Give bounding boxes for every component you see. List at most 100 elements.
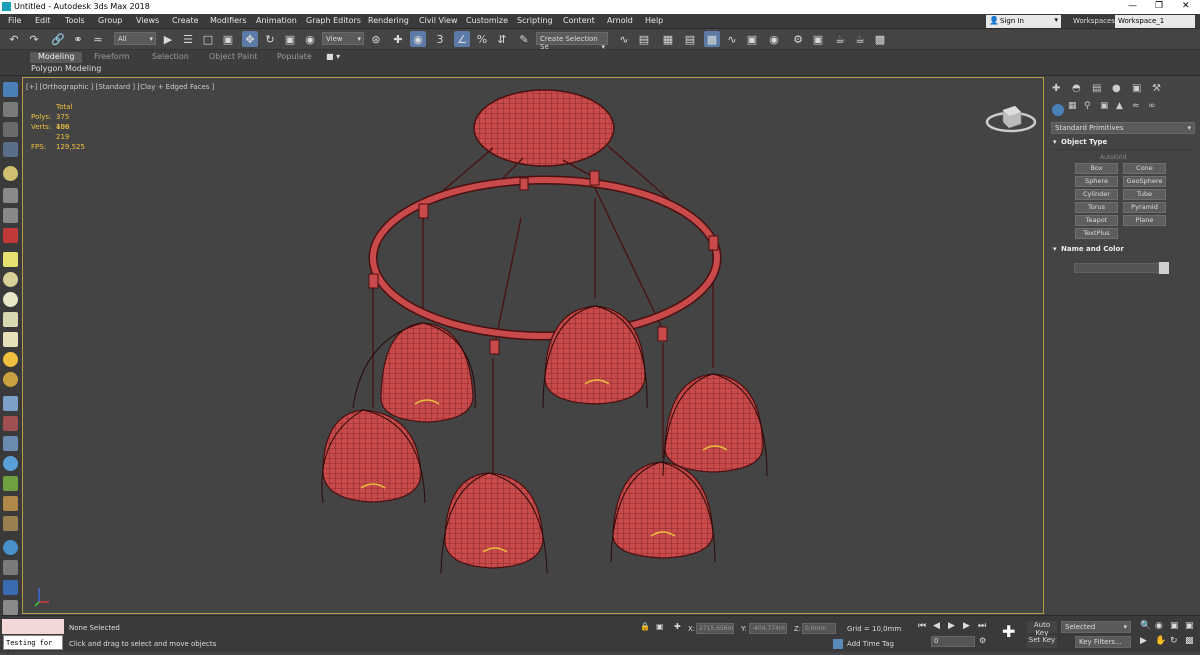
menu-modifiers[interactable]: Modifiers bbox=[210, 16, 247, 25]
utilities-tab-icon[interactable]: ⚒ bbox=[1152, 83, 1161, 94]
angle-snap-icon[interactable]: ∠ bbox=[454, 31, 470, 47]
scene-explorer-icon[interactable]: ▤ bbox=[682, 31, 698, 47]
cone-button[interactable]: Cone bbox=[1123, 163, 1166, 174]
menu-civil-view[interactable]: Civil View bbox=[419, 16, 458, 25]
key-filters-button[interactable]: Key Filters... bbox=[1075, 636, 1131, 648]
render-setup-icon[interactable]: ⚙ bbox=[790, 31, 806, 47]
pivot-center-icon[interactable]: ⊛ bbox=[368, 31, 384, 47]
close-icon[interactable]: ✕ bbox=[1182, 1, 1190, 11]
bottom-tool-icon[interactable] bbox=[3, 600, 18, 615]
select-and-rotate-icon[interactable]: ↻ bbox=[262, 31, 278, 47]
globe-icon[interactable] bbox=[3, 456, 18, 471]
menu-graph-editors[interactable]: Graph Editors bbox=[306, 16, 361, 25]
geosphere-button[interactable]: GeoSphere bbox=[1123, 176, 1166, 187]
add-time-tag-button[interactable]: Add Time Tag bbox=[847, 640, 894, 648]
display-tab-icon[interactable]: ▣ bbox=[1132, 83, 1141, 94]
zoom-extents-all-icon[interactable]: ▣ bbox=[1185, 621, 1194, 631]
sphere-icon[interactable] bbox=[3, 272, 18, 287]
keyboard-shortcut-override-icon[interactable]: ◉ bbox=[410, 31, 426, 47]
selection-filter-select[interactable]: All ▾ bbox=[114, 32, 156, 45]
edit-named-selection-icon[interactable]: ✎ bbox=[516, 31, 532, 47]
plane-button[interactable]: Plane bbox=[1123, 215, 1166, 226]
bone-icon[interactable] bbox=[3, 416, 18, 431]
time-tag-icon[interactable] bbox=[833, 639, 843, 649]
workspace-select[interactable]: Workspace_1 bbox=[1115, 15, 1195, 28]
unlink-icon[interactable]: ⚭ bbox=[70, 31, 86, 47]
motion-tab-icon[interactable]: ● bbox=[1112, 83, 1121, 94]
lock-selection-icon[interactable]: 🔒 bbox=[640, 622, 650, 631]
maxscript-listener[interactable] bbox=[2, 619, 64, 634]
curve-editor-icon[interactable]: ∿ bbox=[724, 31, 740, 47]
menu-rendering[interactable]: Rendering bbox=[368, 16, 409, 25]
z-coordinate-field[interactable]: 0,0mm bbox=[802, 623, 836, 634]
previous-frame-icon[interactable]: ◀ bbox=[933, 621, 940, 631]
spacewarps-category-icon[interactable]: ≈ bbox=[1132, 101, 1140, 111]
go-to-start-icon[interactable]: ⏮ bbox=[918, 621, 926, 631]
rendered-frame-window-icon[interactable]: ▣ bbox=[810, 31, 826, 47]
modify-tab-icon[interactable]: ◓ bbox=[1072, 83, 1081, 94]
named-selection-set-select[interactable]: Create Selection Se ▾ bbox=[536, 32, 608, 51]
viewport-perspective[interactable]: [+] [Orthographic ] [Standard ] [Clay + … bbox=[22, 77, 1044, 614]
cylinder-button[interactable]: Cylinder bbox=[1075, 189, 1118, 200]
pan-icon[interactable]: ✋ bbox=[1155, 636, 1166, 646]
snaps-toggle-icon[interactable]: 3 bbox=[432, 31, 448, 47]
geometry-icon[interactable] bbox=[3, 188, 18, 203]
zoom-all-icon[interactable]: ◉ bbox=[1155, 621, 1163, 631]
zoom-extents-icon[interactable]: ▣ bbox=[1170, 621, 1179, 631]
minimize-icon[interactable]: — bbox=[1128, 1, 1137, 11]
sign-in-button[interactable]: 👤 Sign In ▾ bbox=[986, 15, 1061, 28]
hair-icon[interactable] bbox=[3, 516, 18, 531]
ribbon-tab-selection[interactable]: Selection bbox=[152, 52, 189, 61]
menu-tools[interactable]: Tools bbox=[65, 16, 85, 25]
rectangular-selection-icon[interactable]: □ bbox=[200, 31, 216, 47]
select-manipulate-icon[interactable]: ✚ bbox=[390, 31, 406, 47]
teapot-button[interactable]: Teapot bbox=[1075, 215, 1118, 226]
render-production-icon[interactable]: ☕ bbox=[832, 31, 848, 47]
auto-key-button[interactable]: Auto Key bbox=[1027, 621, 1057, 637]
play-icon[interactable]: ▶ bbox=[948, 621, 955, 631]
sphere-button[interactable]: Sphere bbox=[1075, 176, 1118, 187]
next-frame-icon[interactable]: ▶ bbox=[963, 621, 970, 631]
restore-icon[interactable]: ❐ bbox=[1155, 1, 1163, 11]
reference-coordinate-select[interactable]: View ▾ bbox=[322, 32, 364, 45]
menu-create[interactable]: Create bbox=[172, 16, 199, 25]
placement-icon[interactable]: ◉ bbox=[302, 31, 318, 47]
chandelier-model[interactable] bbox=[23, 78, 1043, 613]
x-coordinate-field[interactable]: 2715,656m bbox=[696, 623, 734, 634]
pyramid-button[interactable]: Pyramid bbox=[1123, 202, 1166, 213]
zoom-icon[interactable]: 🔍 bbox=[1140, 621, 1151, 631]
hierarchy-tab-icon[interactable]: ▤ bbox=[1092, 83, 1101, 94]
orbit-icon[interactable]: ↻ bbox=[1170, 636, 1178, 646]
undo-icon[interactable]: ↶ bbox=[6, 31, 22, 47]
field-of-view-icon[interactable]: ▶ bbox=[1140, 636, 1147, 646]
select-and-scale-icon[interactable]: ▣ bbox=[282, 31, 298, 47]
menu-views[interactable]: Views bbox=[136, 16, 159, 25]
display-tree-icon[interactable] bbox=[3, 142, 18, 157]
menu-scripting[interactable]: Scripting bbox=[517, 16, 553, 25]
object-type-rollout-header[interactable]: ▾ Object Type bbox=[1051, 138, 1195, 150]
key-selection-select[interactable]: Selected ▾ bbox=[1061, 621, 1131, 633]
primitive-type-select[interactable]: Standard Primitives ▾ bbox=[1051, 122, 1195, 134]
biped-icon[interactable] bbox=[3, 436, 18, 451]
select-and-move-icon[interactable]: ✥ bbox=[242, 31, 258, 47]
render-icon[interactable] bbox=[3, 560, 18, 575]
transform-mode-icon[interactable]: ✚ bbox=[674, 622, 681, 631]
helpers-category-icon[interactable]: ▲ bbox=[1116, 101, 1123, 111]
display-filter-icon[interactable] bbox=[3, 102, 18, 117]
menu-animation[interactable]: Animation bbox=[256, 16, 297, 25]
lights-category-icon[interactable]: ⚲ bbox=[1084, 101, 1091, 111]
cone-icon[interactable] bbox=[3, 332, 18, 347]
align-icon[interactable]: ▤ bbox=[636, 31, 652, 47]
menu-edit[interactable]: Edit bbox=[35, 16, 51, 25]
ribbon-tab-object-paint[interactable]: Object Paint bbox=[209, 52, 257, 61]
set-key-icon[interactable]: ✚ bbox=[1002, 622, 1015, 641]
autogrid-checkbox[interactable]: AutoGrid bbox=[1100, 154, 1127, 161]
textplus-button[interactable]: TextPlus bbox=[1075, 228, 1118, 239]
shapes-category-icon[interactable]: ▦ bbox=[1068, 101, 1077, 111]
current-frame-field[interactable]: 0 bbox=[931, 636, 975, 647]
spinner-snap-icon[interactable]: ⇵ bbox=[494, 31, 510, 47]
maxscript-input[interactable]: Testing for : bbox=[3, 635, 63, 655]
ribbon-tab-modeling[interactable]: Modeling bbox=[30, 52, 83, 63]
mirror-icon[interactable]: ∿ bbox=[616, 31, 632, 47]
display-list-icon[interactable] bbox=[3, 122, 18, 137]
